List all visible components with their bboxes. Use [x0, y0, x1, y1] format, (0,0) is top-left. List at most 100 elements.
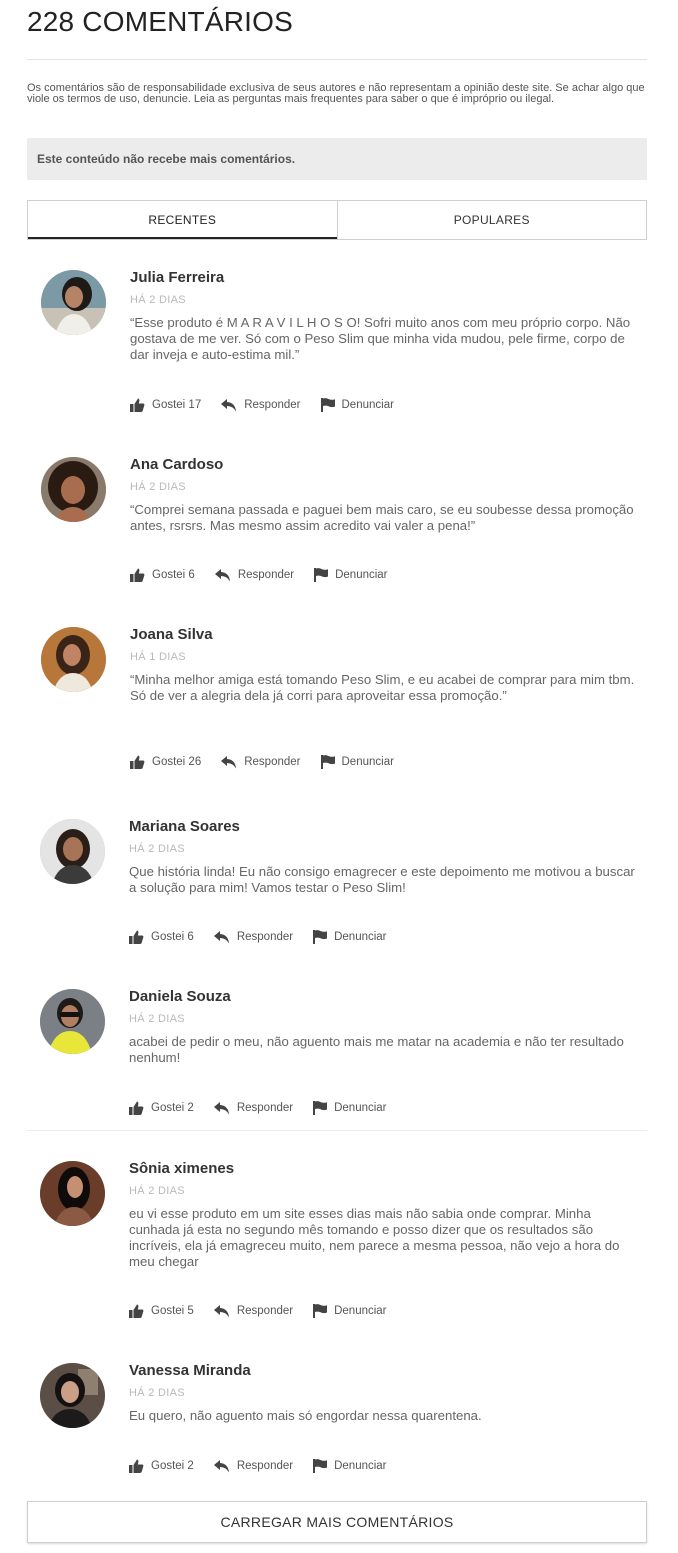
thumbs-up-icon	[129, 930, 144, 944]
comment-sort-tabs: RECENTES POPULARES	[27, 200, 647, 240]
comment-author: Daniela Souza	[129, 988, 231, 1005]
comment-actions: Gostei 6 Responder Denunciar	[129, 930, 387, 944]
flag-icon	[314, 568, 329, 582]
comment-timestamp: HÁ 2 DIAS	[129, 1185, 185, 1197]
reply-button[interactable]: Responder	[221, 398, 301, 412]
comment-timestamp: HÁ 2 DIAS	[129, 1013, 185, 1025]
report-label: Denunciar	[335, 569, 388, 581]
like-count: Gostei 17	[152, 399, 202, 411]
comment-text: “Minha melhor amiga está tomando Peso Sl…	[130, 672, 635, 703]
like-count: Gostei 5	[151, 1305, 194, 1317]
flag-icon	[320, 398, 335, 412]
avatar	[40, 989, 105, 1054]
comment-actions: Gostei 2 Responder Denunciar	[129, 1101, 387, 1115]
flag-icon	[313, 1101, 328, 1115]
comment-author: Vanessa Miranda	[129, 1362, 251, 1379]
flag-icon	[313, 930, 328, 944]
like-count: Gostei 6	[151, 931, 194, 943]
reply-button[interactable]: Responder	[213, 1304, 294, 1318]
like-count: Gostei 26	[152, 756, 202, 768]
tab-populares[interactable]: POPULARES	[336, 201, 647, 239]
like-button[interactable]: Gostei 6	[129, 930, 194, 944]
avatar	[40, 1363, 105, 1428]
avatar	[40, 1161, 105, 1226]
page-title: 228 COMENTÁRIOS	[27, 6, 293, 37]
comment-actions: Gostei 5 Responder Denunciar	[129, 1304, 387, 1318]
thumbs-up-icon	[129, 1101, 144, 1115]
comment-text: eu vi esse produto em um site esses dias…	[129, 1206, 620, 1269]
comment-actions: Gostei 2 Responder Denunciar	[129, 1459, 387, 1473]
comment-divider	[27, 1130, 647, 1131]
comment-timestamp: HÁ 2 DIAS	[129, 1387, 185, 1399]
reply-button[interactable]: Responder	[221, 755, 301, 769]
reply-label: Responder	[236, 931, 294, 943]
reply-label: Responder	[244, 399, 301, 411]
like-button[interactable]: Gostei 5	[129, 1304, 194, 1318]
report-button[interactable]: Denunciar	[320, 755, 394, 769]
comment-text: Eu quero, não aguento mais só engordar n…	[129, 1408, 482, 1423]
comment-actions: Gostei 17 Responder Denunciar	[130, 398, 394, 412]
reply-arrow-icon	[213, 1304, 229, 1317]
reply-arrow-icon	[213, 1101, 229, 1114]
thumbs-up-icon	[130, 568, 145, 582]
comments-disclaimer: Os comentários são de responsabilidade e…	[27, 82, 645, 105]
reply-label: Responder	[237, 569, 295, 581]
report-button[interactable]: Denunciar	[320, 398, 394, 412]
avatar	[41, 270, 106, 335]
like-button[interactable]: Gostei 6	[130, 568, 195, 582]
report-label: Denunciar	[334, 1460, 387, 1472]
reply-button[interactable]: Responder	[213, 930, 294, 944]
report-button[interactable]: Denunciar	[313, 930, 387, 944]
comment-text: Que história linda! Eu não consigo emagr…	[129, 864, 635, 895]
like-button[interactable]: Gostei 17	[130, 398, 201, 412]
flag-icon	[313, 1459, 328, 1473]
like-button[interactable]: Gostei 2	[129, 1459, 194, 1473]
report-label: Denunciar	[334, 931, 387, 943]
comment-text: “Esse produto é M A R A V I L H O S O! S…	[130, 315, 631, 362]
reply-button[interactable]: Responder	[214, 568, 295, 582]
reply-label: Responder	[236, 1305, 294, 1317]
thumbs-up-icon	[130, 755, 145, 769]
thumbs-up-icon	[129, 1304, 144, 1318]
like-count: Gostei 2	[151, 1102, 194, 1114]
comment-author: Joana Silva	[130, 626, 213, 643]
comment-actions: Gostei 26 Responder Denunciar	[130, 755, 394, 769]
comment-author: Sônia ximenes	[129, 1160, 235, 1177]
like-button[interactable]: Gostei 26	[130, 755, 201, 769]
comment-timestamp: HÁ 2 DIAS	[130, 481, 186, 493]
avatar	[40, 819, 105, 884]
report-label: Denunciar	[341, 756, 394, 768]
avatar	[41, 627, 106, 692]
comment-author: Mariana Soares	[129, 818, 240, 835]
reply-label: Responder	[236, 1102, 294, 1114]
reply-arrow-icon	[221, 398, 237, 411]
flag-icon	[313, 1304, 328, 1318]
comment-timestamp: HÁ 1 DIAS	[130, 651, 186, 663]
thumbs-up-icon	[130, 398, 145, 412]
comment-text: “Comprei semana passada e paguei bem mai…	[130, 502, 634, 533]
report-button[interactable]: Denunciar	[314, 568, 388, 582]
like-count: Gostei 2	[151, 1460, 194, 1472]
reply-button[interactable]: Responder	[213, 1459, 294, 1473]
tab-recentes[interactable]: RECENTES	[28, 201, 337, 239]
report-button[interactable]: Denunciar	[313, 1459, 387, 1473]
report-button[interactable]: Denunciar	[313, 1304, 387, 1318]
comment-author: Julia Ferreira	[130, 269, 225, 286]
report-label: Denunciar	[334, 1305, 387, 1317]
report-label: Denunciar	[334, 1102, 387, 1114]
reply-arrow-icon	[213, 930, 229, 943]
like-count: Gostei 6	[152, 569, 195, 581]
like-button[interactable]: Gostei 2	[129, 1101, 194, 1115]
reply-button[interactable]: Responder	[213, 1101, 294, 1115]
comment-text: acabei de pedir o meu, não aguento mais …	[129, 1034, 624, 1065]
reply-arrow-icon	[213, 1459, 229, 1472]
load-more-comments-button[interactable]: CARREGAR MAIS COMENTÁRIOS	[27, 1501, 647, 1543]
comments-closed-notice: Este conteúdo não recebe mais comentário…	[27, 138, 647, 180]
reply-arrow-icon	[214, 568, 230, 581]
comment-timestamp: HÁ 2 DIAS	[130, 294, 186, 306]
reply-arrow-icon	[221, 755, 237, 768]
reply-label: Responder	[236, 1460, 294, 1472]
flag-icon	[320, 755, 335, 769]
avatar	[41, 457, 106, 522]
report-button[interactable]: Denunciar	[313, 1101, 387, 1115]
